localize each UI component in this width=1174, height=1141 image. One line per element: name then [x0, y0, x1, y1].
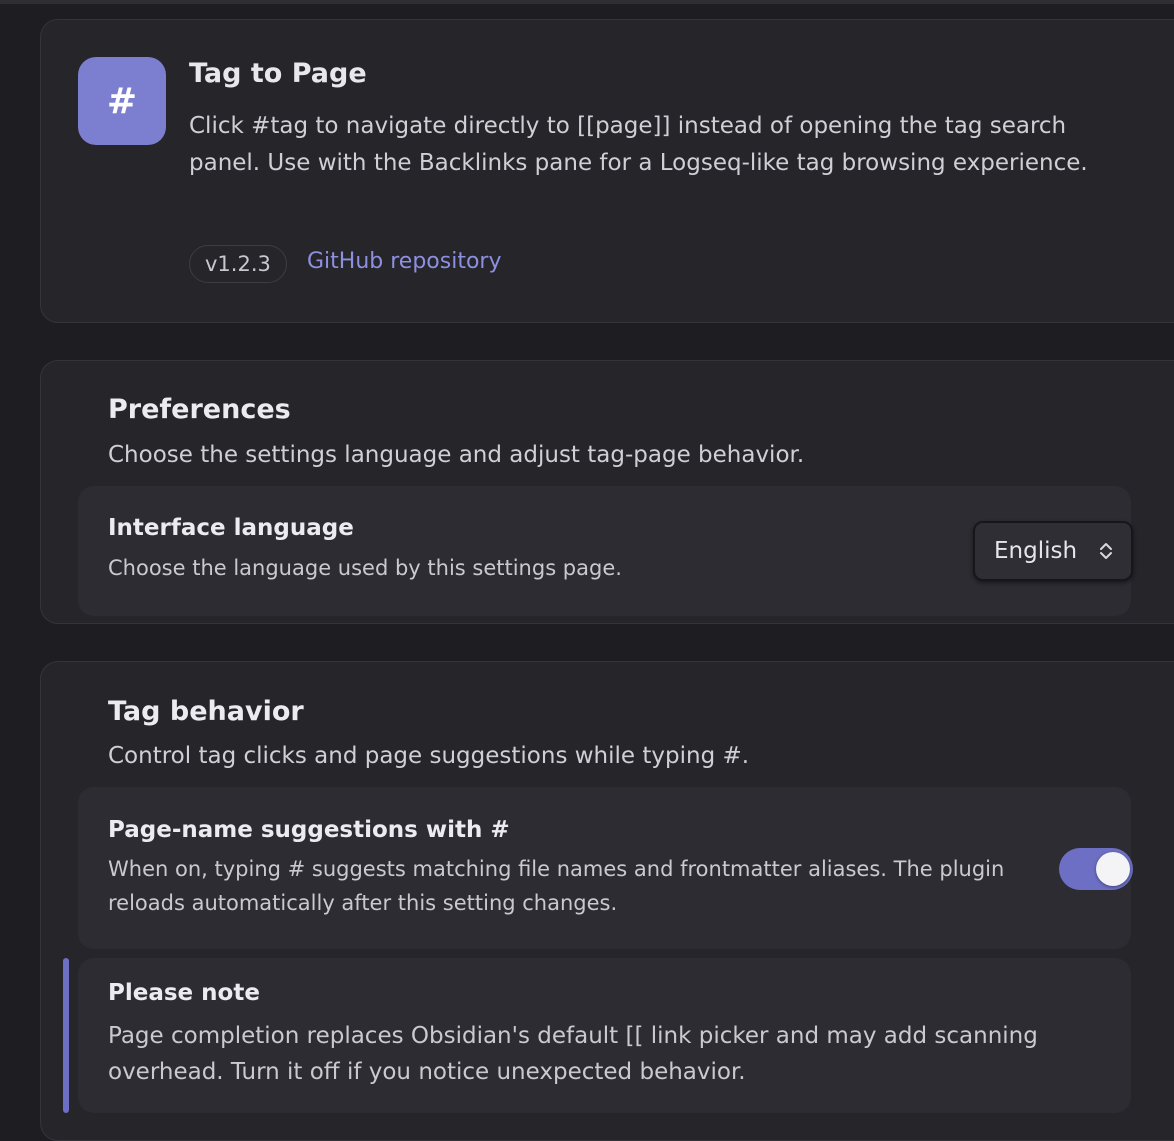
window-top-border: [0, 0, 1174, 4]
tag-behavior-title: Tag behavior: [108, 696, 304, 727]
preferences-section: Preferences Choose the settings language…: [40, 360, 1174, 624]
chevron-up-down-icon: [1100, 543, 1112, 559]
github-repository-link[interactable]: GitHub repository: [307, 249, 501, 274]
page-name-suggestions-toggle[interactable]: [1059, 848, 1133, 890]
language-select[interactable]: English: [973, 521, 1133, 581]
note-accent-bar: [63, 958, 69, 1113]
tag-behavior-section: Tag behavior Control tag clicks and page…: [40, 661, 1174, 1141]
interface-language-label: Interface language: [108, 515, 354, 541]
toggle-knob: [1096, 852, 1130, 886]
page-name-suggestions-label: Page-name suggestions with #: [108, 817, 510, 843]
page-name-suggestions-description: When on, typing # suggests matching file…: [108, 857, 1005, 915]
interface-language-setting: Interface language Choose the language u…: [78, 486, 1133, 616]
please-note-title: Please note: [108, 980, 260, 1006]
please-note-body: Page completion replaces Obsidian's defa…: [108, 1023, 1038, 1085]
plugin-description: Click #tag to navigate directly to [[pag…: [189, 113, 1088, 176]
hash-icon: #: [78, 57, 166, 145]
plugin-title: Tag to Page: [189, 58, 367, 89]
preferences-title: Preferences: [108, 394, 291, 425]
version-badge: v1.2.3: [189, 245, 287, 283]
please-note-callout: Please note Page completion replaces Obs…: [78, 958, 1131, 1113]
language-select-value: English: [994, 538, 1078, 564]
preferences-description: Choose the settings language and adjust …: [108, 442, 805, 468]
plugin-header-card: # Tag to Page Click #tag to navigate dir…: [40, 19, 1174, 323]
interface-language-description: Choose the language used by this setting…: [108, 556, 622, 580]
tag-behavior-description: Control tag clicks and page suggestions …: [108, 743, 750, 769]
page-name-suggestions-setting: Page-name suggestions with # When on, ty…: [78, 787, 1133, 949]
